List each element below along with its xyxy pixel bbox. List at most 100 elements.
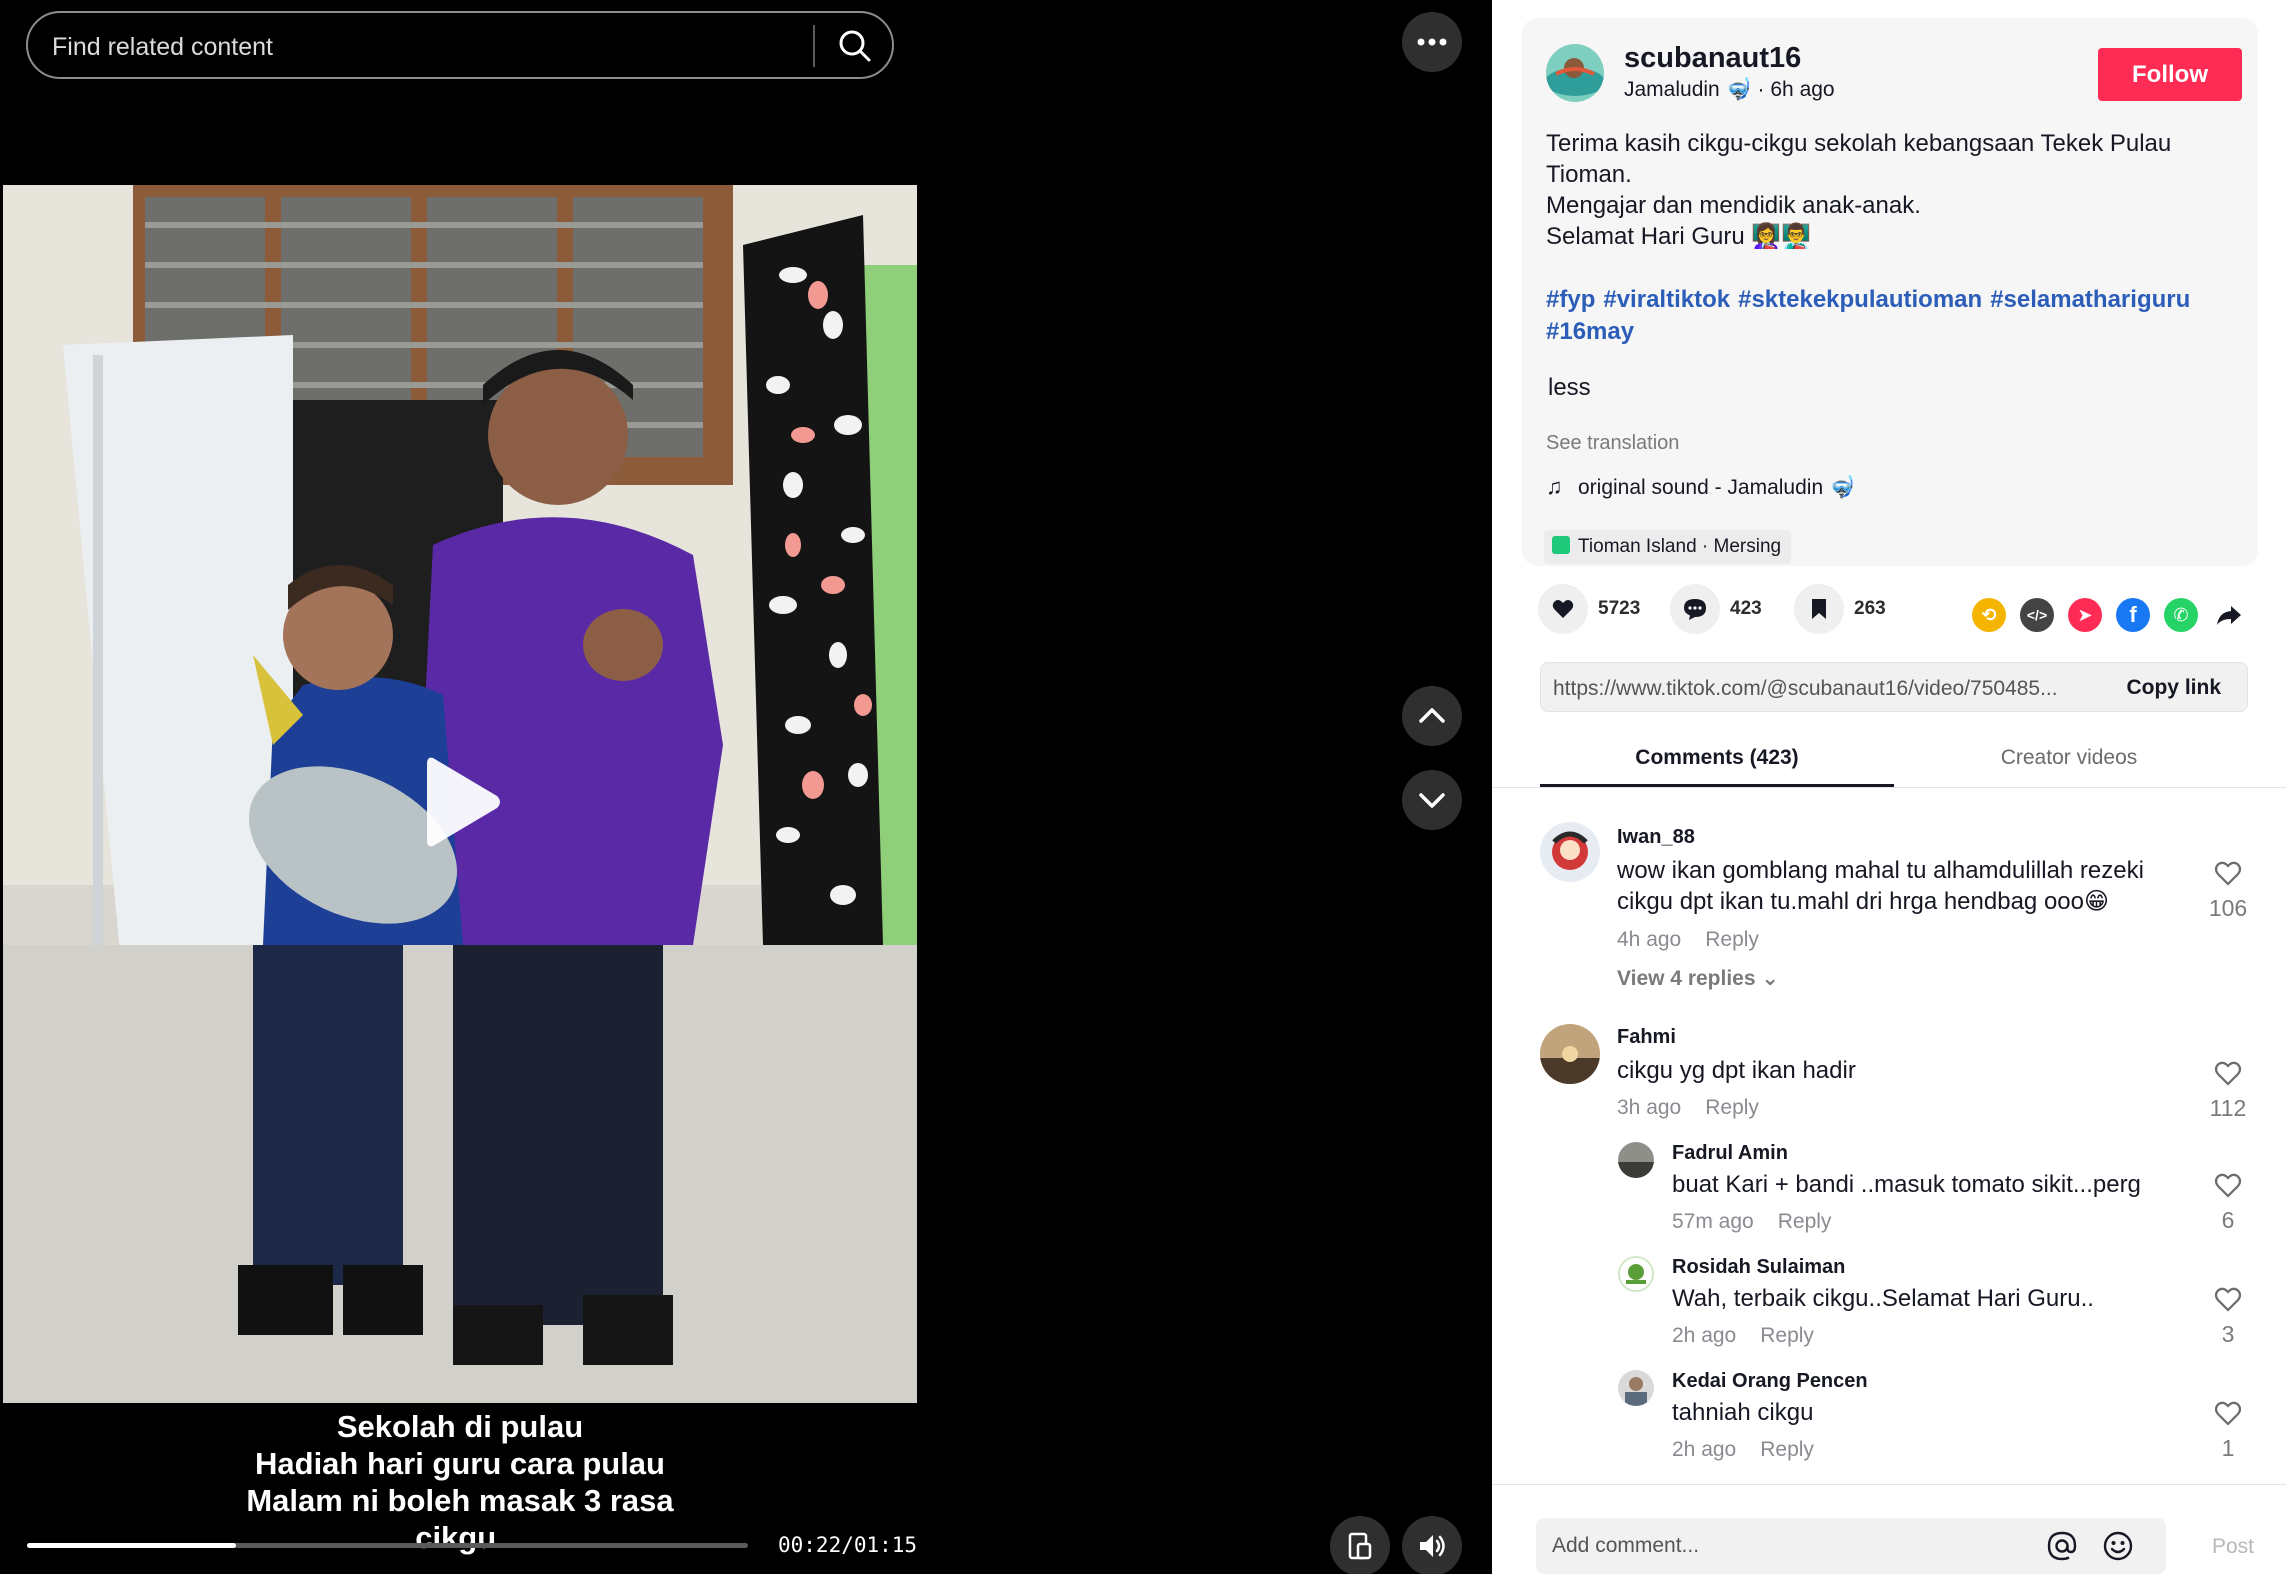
mention-icon[interactable]: [2046, 1530, 2078, 1562]
reply-button[interactable]: Reply: [1705, 1096, 1759, 1119]
previous-video-button[interactable]: [1402, 686, 1462, 746]
like-button[interactable]: [1538, 584, 1588, 634]
tab-creator-videos[interactable]: Creator videos: [1892, 746, 2246, 770]
comment-like[interactable]: 1: [2198, 1400, 2258, 1462]
hashtag-link[interactable]: #selamathariguru: [1990, 286, 2190, 313]
comment-button[interactable]: [1670, 584, 1720, 634]
active-tab-indicator: [1540, 784, 1894, 787]
comment-like-count: 6: [2221, 1207, 2235, 1233]
comment-meta: 3h ago Reply: [1617, 1096, 1759, 1120]
comment-avatar[interactable]: [1618, 1370, 1654, 1406]
comment-meta: 4h ago Reply: [1617, 928, 1759, 952]
comment-text: cikgu dpt ikan tu.mahl dri hrga hendbag …: [1617, 888, 2109, 915]
caption-line: cikgu.: [415, 1520, 505, 1555]
less-toggle[interactable]: less: [1548, 374, 1591, 402]
whatsapp-icon[interactable]: ✆: [2164, 598, 2198, 632]
play-icon[interactable]: [423, 752, 503, 852]
hashtag-link[interactable]: #16may: [1546, 318, 1634, 345]
description-line: Terima kasih cikgu-cikgu sekolah kebangs…: [1546, 130, 2172, 157]
facebook-icon[interactable]: f: [2116, 598, 2150, 632]
comment-count: 423: [1730, 598, 1762, 619]
floating-player-button[interactable]: [1330, 1516, 1390, 1574]
video-url[interactable]: https://www.tiktok.com/@scubanaut16/vide…: [1553, 677, 2093, 701]
comment-age: 3h ago: [1617, 1096, 1682, 1119]
comment-username[interactable]: Rosidah Sulaiman: [1672, 1256, 1845, 1279]
comment-avatar[interactable]: [1618, 1142, 1654, 1178]
description-line: Tioman.: [1546, 161, 1632, 188]
hashtag-link[interactable]: #sktekekpulautioman: [1738, 286, 1982, 313]
next-video-button[interactable]: [1402, 770, 1462, 830]
save-button[interactable]: [1794, 584, 1844, 634]
reply-button[interactable]: Reply: [1705, 928, 1759, 951]
author-subline: Jamaludin 🤿 · 6h ago: [1624, 78, 1835, 101]
see-translation-link[interactable]: See translation: [1546, 432, 1679, 455]
follow-button[interactable]: Follow: [2098, 48, 2242, 101]
comment-avatar[interactable]: [1540, 822, 1600, 882]
add-comment-bar: Add comment... Post: [1492, 1484, 2286, 1574]
video-time: 00:22/01:15: [778, 1533, 918, 1557]
comment-username[interactable]: Fadrul Amin: [1672, 1142, 1788, 1165]
reply-button[interactable]: Reply: [1760, 1324, 1814, 1347]
comment-meta: 57m ago Reply: [1672, 1210, 1831, 1234]
comment-avatar[interactable]: [1618, 1256, 1654, 1292]
comment-like[interactable]: 3: [2198, 1286, 2258, 1348]
floating-player-icon: [1348, 1532, 1372, 1560]
sound-link[interactable]: ♫ original sound - Jamaludin 🤿: [1546, 474, 1855, 500]
bookmark-icon: [1812, 599, 1826, 619]
add-comment-input[interactable]: Add comment...: [1536, 1518, 2166, 1574]
author-username[interactable]: scubanaut16: [1624, 42, 1801, 75]
save-count: 263: [1854, 598, 1886, 619]
comment-username[interactable]: Kedai Orang Pencen: [1672, 1370, 1868, 1393]
reply-button[interactable]: Reply: [1760, 1438, 1814, 1461]
caption-line: Malam ni boleh masak 3 rasa: [246, 1483, 674, 1518]
location-tag[interactable]: Tioman Island · Mersing: [1544, 530, 1792, 564]
reply-button[interactable]: Reply: [1778, 1210, 1832, 1233]
view-replies-button[interactable]: View 4 replies ⌄: [1617, 966, 1779, 991]
comment-like[interactable]: 106: [2198, 860, 2258, 922]
video-link-box: https://www.tiktok.com/@scubanaut16/vide…: [1540, 662, 2248, 712]
location-pin-icon: [1552, 535, 1570, 554]
comment-tabs: Comments (423) Creator videos: [1492, 736, 2286, 788]
author-avatar[interactable]: [1546, 44, 1604, 102]
heart-outline-icon: [2214, 861, 2242, 886]
comment-text: wow ikan gomblang mahal tu alhamdulillah…: [1617, 857, 2144, 884]
sound-title: original sound - Jamaludin 🤿: [1578, 476, 1856, 499]
share-arrow-icon[interactable]: [2212, 598, 2246, 632]
video-progress-fill: [27, 1543, 237, 1548]
more-options-button[interactable]: [1402, 12, 1462, 72]
comment-age: 4h ago: [1617, 928, 1682, 951]
comment-like[interactable]: 6: [2198, 1172, 2258, 1234]
comment-username[interactable]: Fahmi: [1617, 1026, 1676, 1049]
search-bar[interactable]: Find related content: [26, 11, 894, 79]
comment-age: 2h ago: [1672, 1438, 1737, 1461]
heart-outline-icon: [2214, 1061, 2242, 1086]
post-comment-button[interactable]: Post: [2212, 1535, 2254, 1559]
description-line: Selamat Hari Guru 👩‍🏫👨‍🏫: [1546, 223, 1812, 250]
side-panel: scubanaut16 Jamaludin 🤿 · 6h ago Follow …: [1492, 0, 2286, 1574]
emoji-icon[interactable]: [2102, 1530, 2134, 1562]
embed-icon[interactable]: </>: [2020, 598, 2054, 632]
hashtag-link[interactable]: #viraltiktok: [1603, 286, 1730, 313]
video-player[interactable]: [3, 185, 917, 1403]
view-replies-label: View 4 replies: [1617, 967, 1756, 990]
comment-avatar[interactable]: [1540, 1024, 1600, 1084]
comment-text: Wah, terbaik cikgu..Selamat Hari Guru..: [1672, 1285, 2094, 1312]
repost-icon[interactable]: ⟲: [1972, 598, 2006, 632]
search-divider: [813, 25, 815, 67]
search-icon[interactable]: [836, 27, 874, 65]
send-icon[interactable]: ➤: [2068, 598, 2102, 632]
comment-username[interactable]: Iwan_88: [1617, 826, 1695, 849]
comment-like[interactable]: 112: [2198, 1060, 2258, 1122]
comment-like-count: 106: [2208, 895, 2248, 921]
volume-button[interactable]: [1402, 1516, 1462, 1574]
video-progress-bar[interactable]: [27, 1543, 748, 1548]
hashtag-link[interactable]: #fyp: [1546, 286, 1595, 313]
copy-link-button[interactable]: Copy link: [2126, 676, 2221, 700]
tab-comments[interactable]: Comments (423): [1540, 746, 1894, 770]
caption-line: Hadiah hari guru cara pulau: [255, 1446, 665, 1481]
comment-bubble-icon: [1684, 599, 1706, 620]
search-input[interactable]: Find related content: [52, 33, 273, 62]
music-note-icon: ♫: [1546, 474, 1563, 499]
author-display-name[interactable]: Jamaludin 🤿: [1624, 78, 1752, 101]
heart-outline-icon: [2214, 1287, 2242, 1312]
